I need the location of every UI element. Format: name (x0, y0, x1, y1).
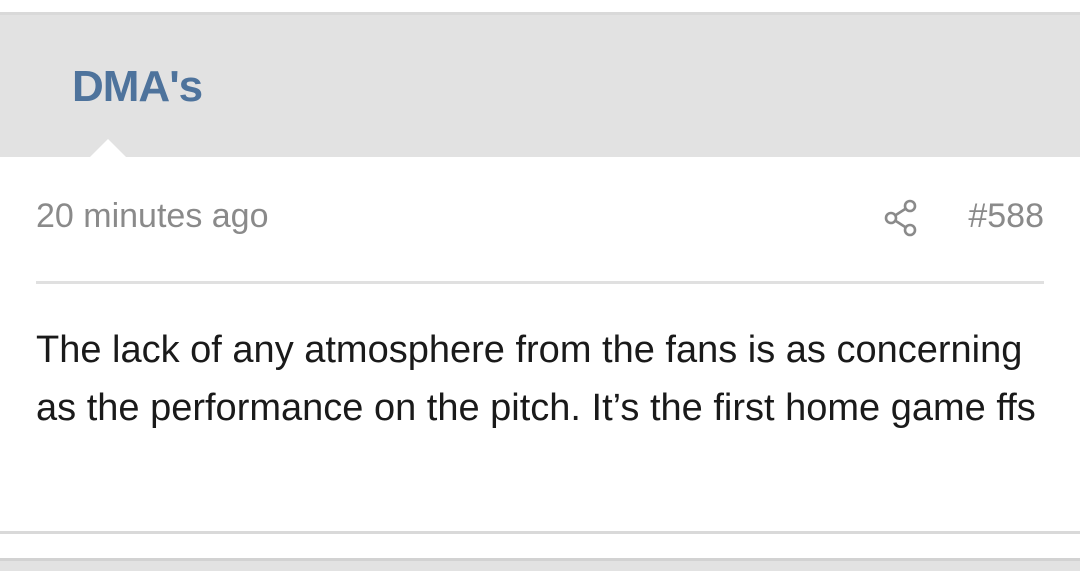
post-message: The lack of any atmosphere from the fans… (36, 329, 1036, 429)
post-author-link[interactable]: DMA's (72, 65, 203, 109)
next-post-header (0, 558, 1080, 571)
share-icon[interactable] (884, 199, 918, 237)
post-header: DMA's (0, 15, 1080, 173)
post-bottom-divider (0, 531, 1080, 534)
post-card: 20 minutes ago #588 The lack of any atmo… (0, 157, 1080, 533)
thread-page: DMA's 20 minutes ago #588 The lack of an… (0, 0, 1080, 571)
post-number-link[interactable]: #588 (968, 199, 1044, 233)
post-meta: 20 minutes ago #588 (36, 157, 1044, 281)
post-timestamp[interactable]: 20 minutes ago (36, 199, 269, 233)
meta-divider (36, 281, 1044, 284)
